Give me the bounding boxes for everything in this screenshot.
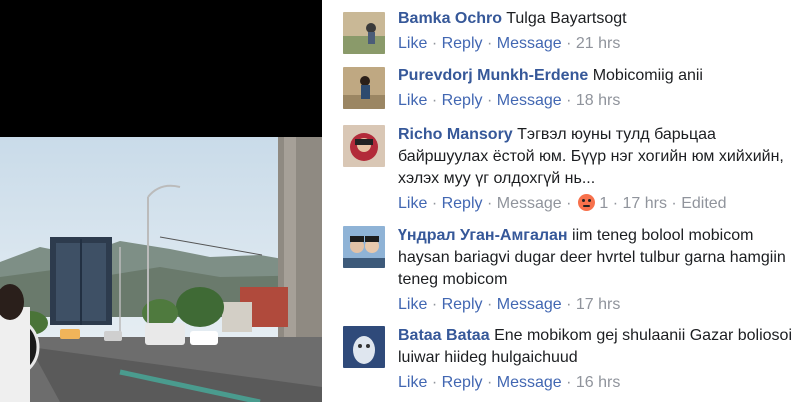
reply-button[interactable]: Reply	[442, 296, 483, 313]
avatar-photo-icon	[343, 226, 385, 268]
avatar-photo-icon	[343, 67, 385, 109]
comment-time[interactable]: 16 hrs	[576, 374, 620, 391]
edited-label[interactable]: Edited	[681, 195, 726, 212]
comment-author[interactable]: Үндрал Уган-Амгалан	[398, 227, 568, 244]
street-scene-video-frame	[0, 137, 322, 402]
comment-author[interactable]: Richo Mansory	[398, 126, 513, 143]
comment-time[interactable]: 17 hrs	[622, 195, 666, 212]
message-button[interactable]: Message	[497, 374, 562, 391]
avatar[interactable]	[343, 326, 385, 368]
avatar[interactable]	[343, 12, 385, 54]
like-button[interactable]: Like	[398, 195, 427, 212]
reaction-count[interactable]: 1	[599, 195, 608, 212]
message-button[interactable]: Message	[497, 92, 562, 109]
comment-time[interactable]: 18 hrs	[576, 92, 620, 109]
reply-button[interactable]: Reply	[442, 35, 483, 52]
like-button[interactable]: Like	[398, 92, 427, 109]
comment-text: Үндрал Уган-Амгалан iim teneg bolool mob…	[398, 225, 792, 291]
comment-text: Richo Mansory Тэгвэл юуны тулд барьцаа б…	[398, 124, 792, 190]
comment-author[interactable]: Bataa Bataa	[398, 327, 490, 344]
reply-button[interactable]: Reply	[442, 195, 483, 212]
avatar[interactable]	[343, 226, 385, 268]
avatar-photo-icon	[343, 125, 385, 167]
comments-panel: Bamka Ochro Tulga Bayartsogt Like · Repl…	[322, 0, 800, 402]
message-button[interactable]: Message	[497, 35, 562, 52]
avatar-photo-icon	[343, 12, 385, 54]
comment-author[interactable]: Bamka Ochro	[398, 10, 502, 27]
comment-actions: Like · Reply · Message · 1 · 17 hrs · Ed…	[398, 194, 727, 212]
avatar-photo-icon	[343, 326, 385, 368]
comment-actions: Like · Reply · Message · 18 hrs	[398, 92, 621, 109]
comment-time[interactable]: 21 hrs	[576, 35, 620, 52]
comment-text: Bataa Bataa Ene mobikom gej shulaanii Ga…	[398, 325, 792, 369]
comment-body: Tulga Bayartsogt	[506, 10, 627, 27]
comment-text: Bamka Ochro Tulga Bayartsogt	[398, 8, 792, 30]
video-player[interactable]	[0, 0, 322, 402]
like-button[interactable]: Like	[398, 374, 427, 391]
comment-actions: Like · Reply · Message · 16 hrs	[398, 374, 621, 391]
comment-time[interactable]: 17 hrs	[576, 296, 620, 313]
angry-reaction-icon[interactable]	[577, 194, 595, 211]
like-button[interactable]: Like	[398, 35, 427, 52]
comment-actions: Like · Reply · Message · 21 hrs	[398, 35, 621, 52]
comment-author[interactable]: Purevdorj Munkh-Erdene	[398, 67, 588, 84]
avatar[interactable]	[343, 67, 385, 109]
message-button[interactable]: Message	[497, 296, 562, 313]
comment-text: Purevdorj Munkh-Erdene Mobicomiig anii	[398, 65, 792, 87]
comment-actions: Like · Reply · Message · 17 hrs	[398, 296, 621, 313]
avatar[interactable]	[343, 125, 385, 167]
message-button[interactable]: Message	[497, 195, 562, 212]
like-button[interactable]: Like	[398, 296, 427, 313]
reply-button[interactable]: Reply	[442, 374, 483, 391]
comment-body: Mobicomiig anii	[592, 67, 703, 84]
reply-button[interactable]: Reply	[442, 92, 483, 109]
